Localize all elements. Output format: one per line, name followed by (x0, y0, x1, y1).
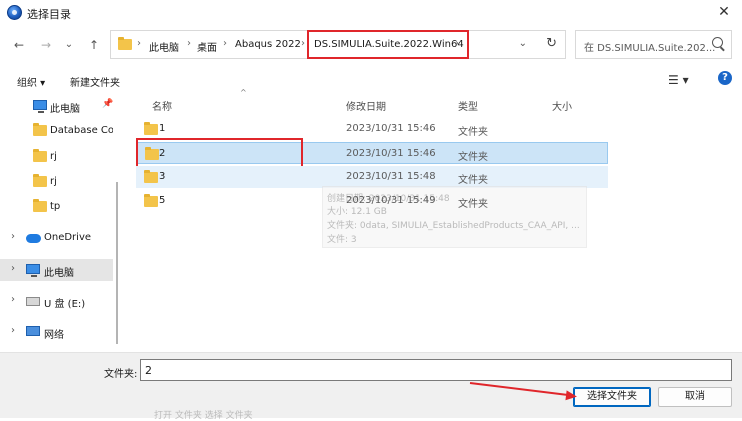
column-header-modified[interactable]: 修改日期 (346, 98, 386, 113)
folder-icon (118, 37, 132, 50)
sort-ascending-icon: ^ (240, 88, 247, 97)
window-title: 选择目录 (27, 8, 71, 21)
file-name: 1 (159, 123, 166, 134)
file-type: 文件夹 (458, 152, 488, 163)
app-icon (7, 5, 22, 20)
sidebar-item-usb-drive[interactable]: › U 盘 (E:) (0, 290, 113, 312)
annotation-arrow-head (565, 390, 578, 402)
folder-icon (144, 122, 158, 135)
address-dropdown-icon[interactable]: ⌄ (519, 38, 527, 49)
sidebar-item-label: 网络 (44, 330, 64, 341)
background-text: 打开 文件夹 选择 文件夹 (154, 411, 253, 421)
breadcrumb-separator: › (187, 38, 191, 49)
refresh-icon[interactable]: ↻ (546, 36, 557, 51)
forward-arrow-icon[interactable]: → (37, 37, 55, 53)
help-icon[interactable]: ? (718, 71, 732, 85)
file-type: 文件夹 (458, 199, 488, 210)
view-options-icon[interactable]: ☰ ▾ (668, 73, 689, 87)
folder-name-field[interactable] (140, 359, 732, 381)
address-bar[interactable]: › 此电脑 › 桌面 › Abaqus 2022 › DS.SIMULIA.Su… (110, 30, 566, 59)
folder-icon (144, 170, 158, 183)
sidebar-item-onedrive[interactable]: › OneDrive (0, 227, 113, 249)
sidebar-item-rj[interactable]: rj (0, 146, 113, 168)
file-modified: 2023/10/31 15:46 (346, 123, 436, 134)
pc-icon (33, 100, 47, 113)
column-header-size[interactable]: 大小 (552, 98, 572, 113)
cancel-button[interactable]: 取消 (658, 387, 732, 407)
organize-menu[interactable]: 组织 ▾ (17, 74, 45, 89)
chevron-right-icon[interactable]: › (11, 263, 15, 274)
file-row[interactable]: 5 2023/10/31 15:49 文件夹 (136, 190, 608, 212)
recent-locations-icon[interactable]: ⌄ (60, 37, 78, 53)
title-bar: 选择目录 ✕ (0, 0, 742, 26)
file-modified: 2023/10/31 15:49 (346, 195, 436, 206)
file-modified: 2023/10/31 15:48 (346, 171, 436, 182)
sidebar-item-this-pc-pinned[interactable]: 此电脑 📌 (0, 95, 113, 117)
sidebar-scrollbar[interactable] (116, 182, 118, 344)
sidebar-item-label: OneDrive (44, 232, 92, 243)
close-icon[interactable]: ✕ (716, 4, 732, 20)
up-arrow-icon[interactable]: ↑ (85, 37, 103, 53)
search-placeholder: 在 DS.SIMULIA.Suite.202... (584, 43, 716, 54)
tooltip-line: 文件: 3 (327, 235, 357, 245)
navigation-pane: 此电脑 📌 Database Cor rj rj tp › OneDrive ›… (0, 92, 118, 344)
sidebar-item-network[interactable]: › 网络 (0, 321, 113, 343)
sidebar-item-tp[interactable]: tp (0, 196, 113, 218)
file-type: 文件夹 (458, 175, 488, 186)
back-arrow-icon[interactable]: ← (10, 37, 28, 53)
sidebar-item-label: 此电脑 (44, 268, 74, 279)
folder-icon (33, 199, 47, 212)
file-modified: 2023/10/31 15:46 (346, 148, 436, 159)
file-name: 3 (159, 171, 166, 182)
network-icon (26, 326, 40, 336)
file-row[interactable]: 1 2023/10/31 15:46 文件夹 (136, 118, 608, 140)
folder-field-label: 文件夹: (104, 369, 138, 380)
pin-icon: 📌 (102, 99, 113, 109)
folder-icon (33, 123, 47, 136)
new-folder-button[interactable]: 新建文件夹 (70, 74, 120, 89)
breadcrumb-separator: › (455, 38, 459, 49)
sidebar-item-label: U 盘 (E:) (44, 299, 86, 310)
file-type: 文件夹 (458, 127, 488, 138)
breadcrumb-separator: › (137, 38, 141, 49)
tooltip-line: 文件夹: 0data, SIMULIA_EstablishedProducts_… (327, 221, 580, 231)
chevron-right-icon[interactable]: › (11, 231, 15, 242)
sidebar-item-label: 此电脑 (50, 104, 80, 115)
drive-icon (26, 297, 40, 306)
breadcrumb-this-pc[interactable]: 此电脑 (149, 39, 179, 54)
search-input[interactable]: 在 DS.SIMULIA.Suite.202... (575, 30, 732, 59)
chevron-right-icon[interactable]: › (11, 325, 15, 336)
sidebar-item-this-pc[interactable]: › 此电脑 (0, 259, 113, 281)
folder-icon (144, 194, 158, 207)
file-name: 5 (159, 195, 166, 206)
sidebar-item-label: rj (50, 151, 57, 162)
select-folder-button[interactable]: 选择文件夹 (573, 387, 651, 407)
chevron-right-icon[interactable]: › (11, 294, 15, 305)
breadcrumb-separator: › (301, 38, 305, 49)
breadcrumb-current-folder[interactable]: DS.SIMULIA.Suite.2022.Win64 (314, 39, 464, 50)
sidebar-item-label: rj (50, 176, 57, 187)
pc-icon (26, 264, 40, 277)
breadcrumb-desktop[interactable]: 桌面 (197, 39, 217, 54)
sidebar-item-database[interactable]: Database Cor (0, 120, 113, 142)
folder-icon (33, 174, 47, 187)
column-header-name[interactable]: 名称 (152, 98, 172, 113)
file-row[interactable]: 3 2023/10/31 15:48 文件夹 (136, 166, 608, 188)
cloud-icon (26, 234, 41, 243)
sidebar-item-label: tp (50, 201, 61, 212)
breadcrumb-abaqus[interactable]: Abaqus 2022 (235, 39, 301, 50)
search-icon (712, 37, 723, 48)
sidebar-item-label: Database Cor (50, 125, 113, 136)
annotation-red-box (136, 138, 303, 168)
breadcrumb-separator: › (223, 38, 227, 49)
folder-icon (33, 149, 47, 162)
column-header-type[interactable]: 类型 (458, 98, 478, 113)
sidebar-item-rj[interactable]: rj (0, 171, 113, 193)
